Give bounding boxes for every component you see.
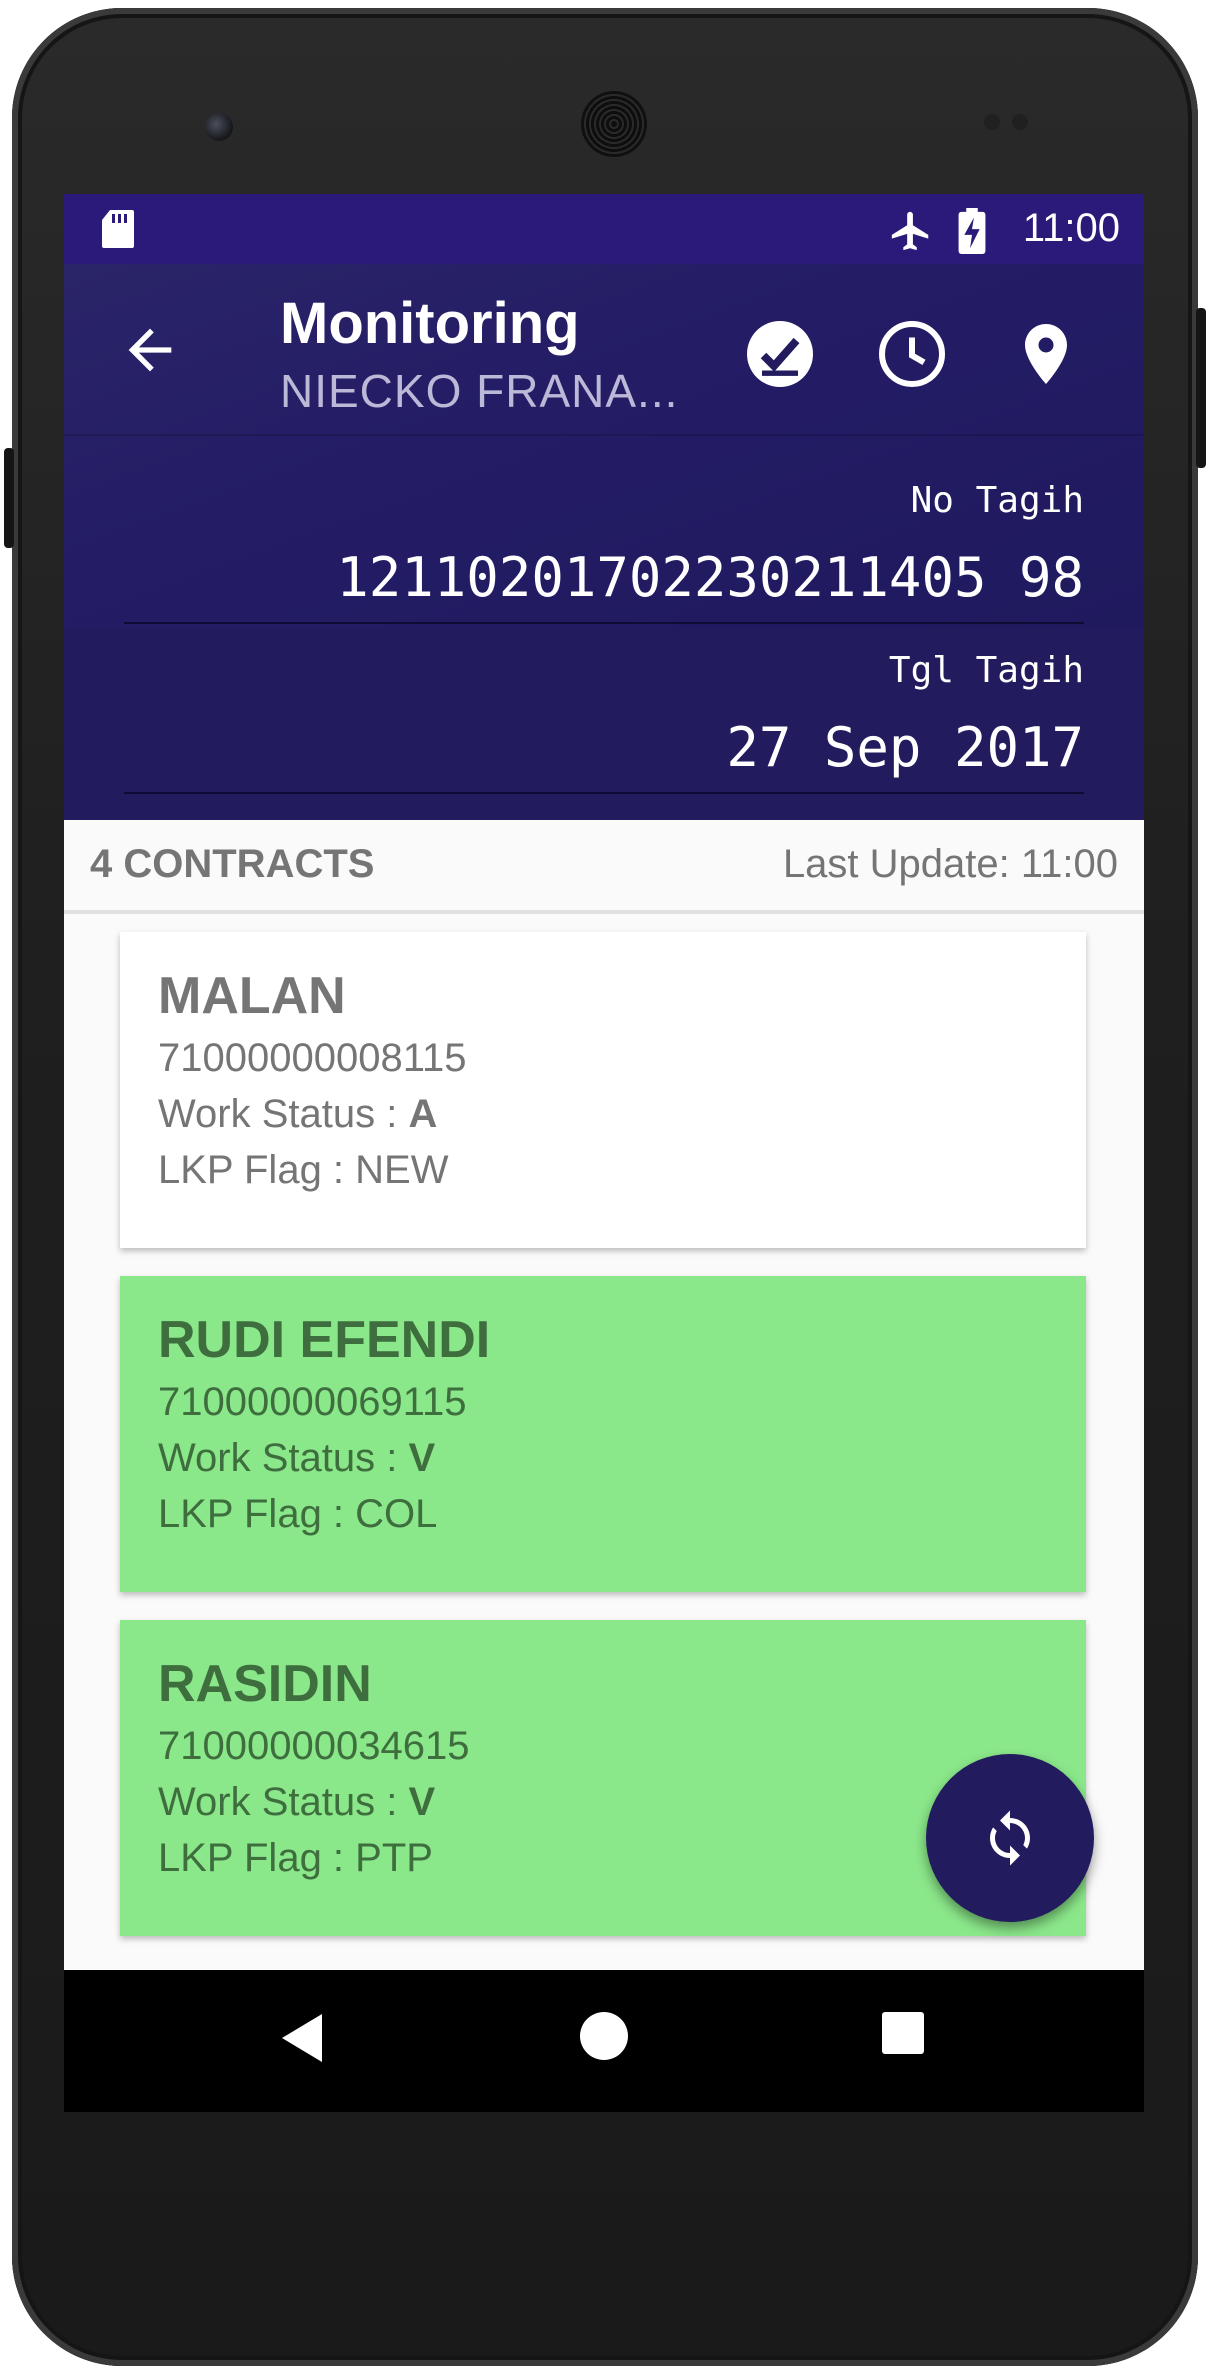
airplane-icon xyxy=(891,211,929,251)
summary-bar: 4 CONTRACTS Last Update: 11:00 xyxy=(64,820,1144,914)
status-bar: 11:00 xyxy=(64,194,1144,264)
contract-card[interactable]: RUDI EFENDI 71000000069115 Work Status :… xyxy=(120,1276,1086,1592)
sd-card-icon xyxy=(102,210,134,248)
front-camera xyxy=(205,113,233,141)
tgl-tagih-label: Tgl Tagih xyxy=(888,650,1084,691)
contract-name: MALAN xyxy=(158,967,346,1025)
contract-card[interactable]: MALAN 71000000008115 Work Status : A LKP… xyxy=(120,932,1086,1248)
no-tagih-field[interactable]: 12110201702230211405 98 xyxy=(336,546,1084,609)
toolbar-divider xyxy=(64,434,1144,436)
check-badge-icon[interactable] xyxy=(744,318,816,390)
work-status: Work Status : A xyxy=(158,1092,438,1136)
recents-square-icon[interactable] xyxy=(880,2010,926,2056)
contract-number: 71000000069115 xyxy=(158,1380,467,1424)
contract-name: RUDI EFENDI xyxy=(158,1311,491,1369)
contract-card[interactable]: RASIDIN 71000000034615 Work Status : V L… xyxy=(120,1620,1086,1936)
sensor xyxy=(984,114,1000,130)
contract-name: RASIDIN xyxy=(158,1655,372,1713)
refresh-sync-icon xyxy=(990,1810,1030,1866)
battery-charging-icon xyxy=(958,208,986,254)
tgl-tagih-field[interactable]: 27 Sep 2017 xyxy=(726,716,1084,779)
side-button xyxy=(4,448,14,548)
no-tagih-underline xyxy=(124,622,1084,624)
page-title: Monitoring xyxy=(280,291,580,356)
lkp-flag: LKP Flag : PTP xyxy=(158,1836,433,1880)
contract-count: 4 CONTRACTS xyxy=(90,842,375,886)
home-circle-icon[interactable] xyxy=(578,2010,630,2062)
location-pin-icon[interactable] xyxy=(1010,318,1082,390)
sync-fab[interactable] xyxy=(926,1754,1094,1922)
page-subtitle: NIECKO FRANA... xyxy=(280,365,679,417)
lkp-flag: LKP Flag : COL xyxy=(158,1492,438,1536)
earpiece-speaker xyxy=(584,94,644,154)
no-tagih-label: No Tagih xyxy=(910,480,1084,521)
tgl-tagih-underline xyxy=(124,792,1084,794)
contract-number: 71000000008115 xyxy=(158,1036,467,1080)
volume-button xyxy=(1196,308,1206,468)
clock-icon[interactable] xyxy=(876,318,948,390)
work-status: Work Status : V xyxy=(158,1436,436,1480)
contract-number: 71000000034615 xyxy=(158,1724,470,1768)
status-time: 11:00 xyxy=(1022,206,1120,250)
navigation-bar xyxy=(64,1970,1144,2112)
screen: 11:00 Monitoring NIECKO FRANA... No Tagi… xyxy=(64,194,1144,2112)
sensor xyxy=(1012,114,1028,130)
back-arrow-icon[interactable] xyxy=(118,318,182,382)
last-update: Last Update: 11:00 xyxy=(782,842,1118,886)
work-status: Work Status : V xyxy=(158,1780,436,1824)
lkp-flag: LKP Flag : NEW xyxy=(158,1148,449,1192)
back-triangle-icon[interactable] xyxy=(278,2010,326,2066)
